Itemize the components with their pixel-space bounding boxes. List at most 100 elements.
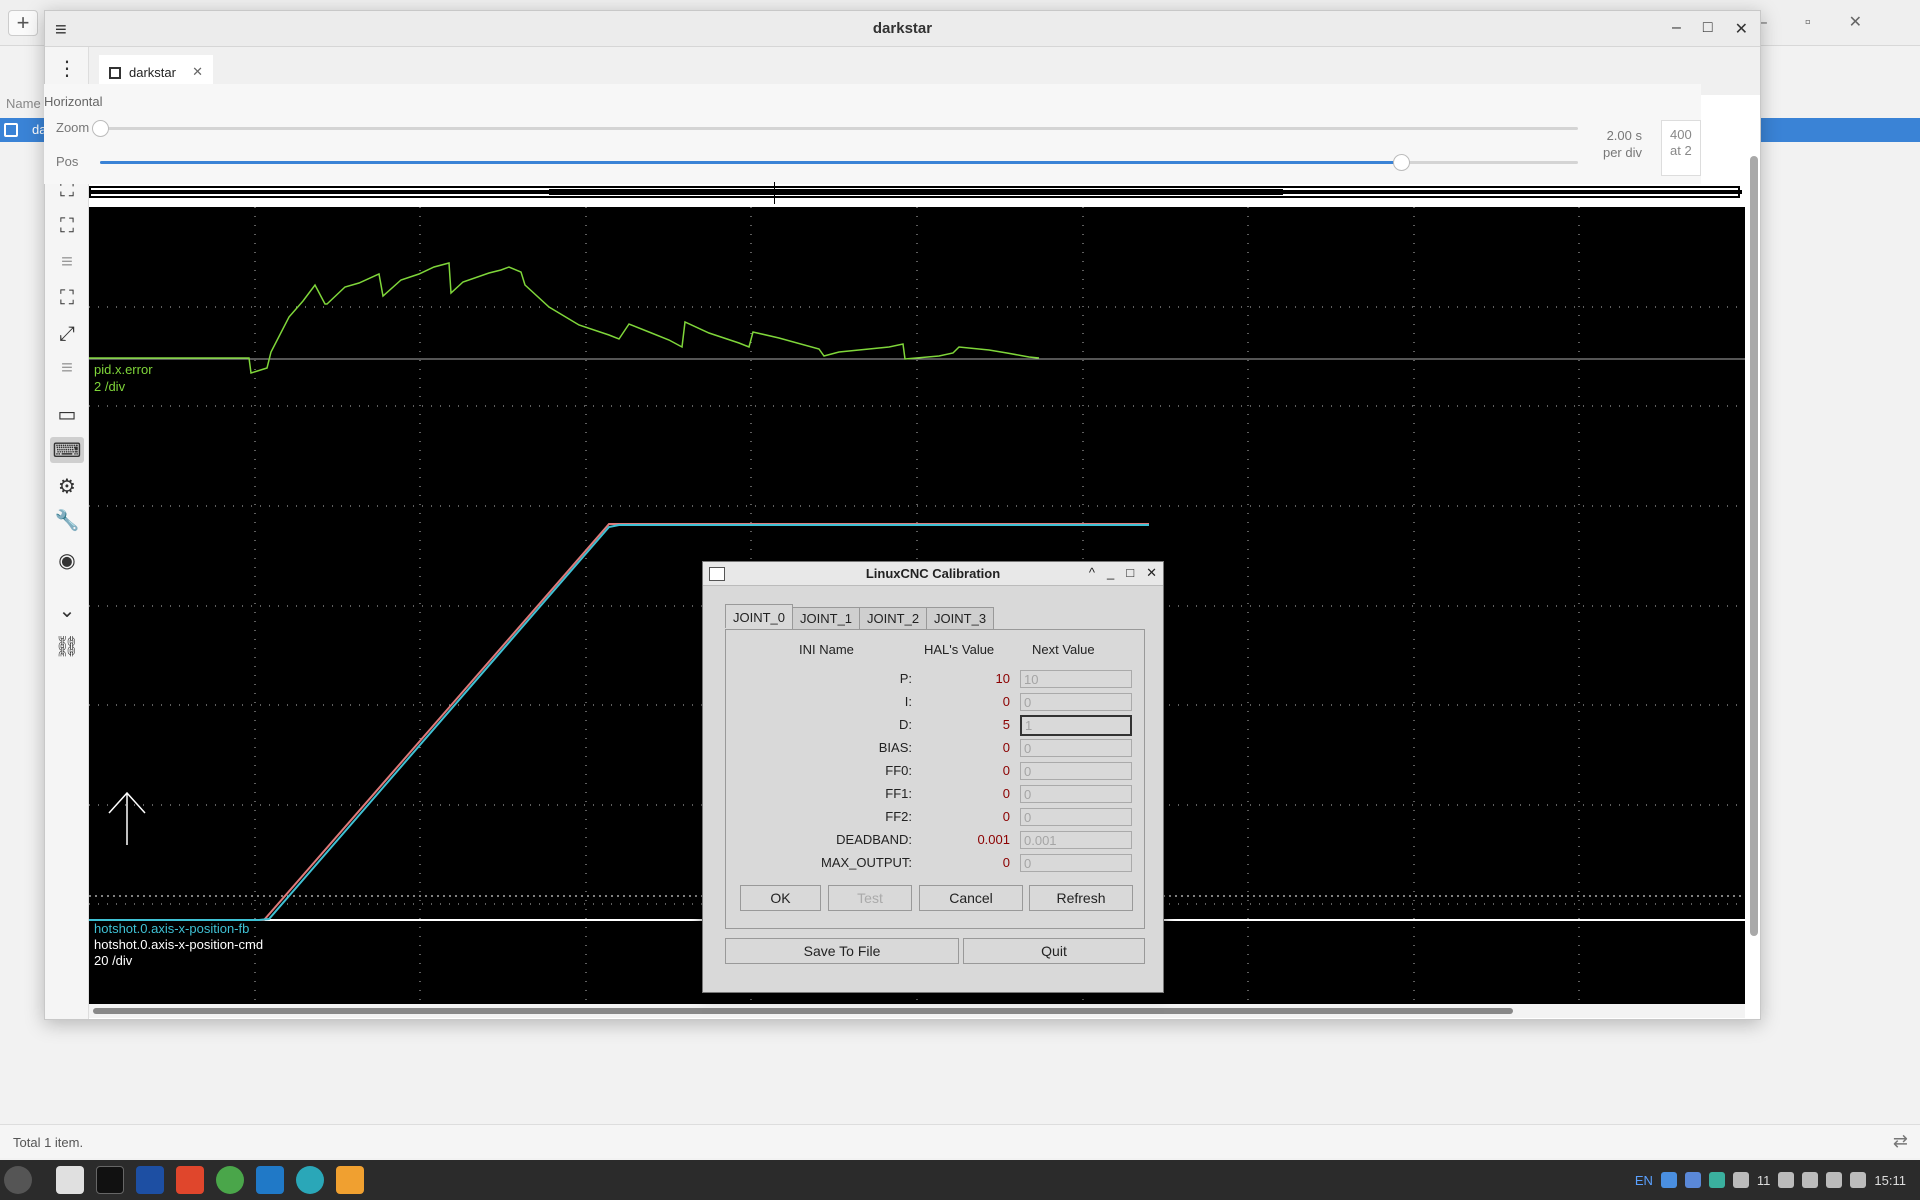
inkscape-icon[interactable] — [216, 1166, 244, 1194]
param-next-ff2[interactable] — [1020, 808, 1132, 826]
param-next-i[interactable] — [1020, 693, 1132, 711]
clock[interactable]: 15:11 — [1874, 1173, 1906, 1188]
wrench-icon[interactable]: 🔧 — [54, 507, 80, 533]
more-vertical-icon[interactable]: ⋮ — [54, 55, 80, 81]
vscode-icon[interactable] — [256, 1166, 284, 1194]
scale-icon[interactable]: ⛶ — [54, 285, 80, 311]
resize-icon[interactable]: ⤢ — [54, 321, 80, 347]
notifications-icon[interactable] — [1732, 1172, 1749, 1188]
close-icon[interactable]: ✕ — [1735, 19, 1748, 39]
tab-label: darkstar — [129, 65, 176, 80]
param-next-p[interactable] — [1020, 670, 1132, 688]
minimize-icon[interactable]: _ — [1107, 565, 1114, 581]
keyboard-layout[interactable]: EN — [1635, 1173, 1653, 1188]
left-toolbar: ⋮ ⌂ ⊞ ⛶ ⛶ ≡ ⛶ ⤢ ≡ ▭ ⌨ ⚙ 🔧 ◉ ⌄ ⛓ — [45, 47, 89, 1019]
horizontal-scrollbar-thumb[interactable] — [93, 1008, 1513, 1014]
kicad-icon[interactable] — [136, 1166, 164, 1194]
trace3-name[interactable]: hotshot.0.axis-x-position-cmd — [94, 937, 263, 952]
close-icon[interactable]: ✕ — [192, 64, 203, 80]
tab-joint-3[interactable]: JOINT_3 — [926, 607, 995, 629]
tab-joint-2[interactable]: JOINT_2 — [859, 607, 928, 629]
sync-icon[interactable] — [1708, 1172, 1725, 1188]
param-name-bias: BIAS: — [878, 740, 912, 755]
printer-icon[interactable] — [1778, 1172, 1795, 1188]
lines-icon: ≡ — [61, 250, 73, 273]
minimize-icon[interactable]: – — [1672, 19, 1681, 39]
pos-label: Pos — [56, 154, 79, 169]
folder-icon — [4, 123, 18, 137]
tab-joint-1[interactable]: JOINT_1 — [792, 607, 861, 629]
quit-button[interactable]: Quit — [963, 938, 1145, 964]
text-editor-icon[interactable] — [336, 1166, 364, 1194]
horizontal-scrollbar[interactable] — [89, 1004, 1745, 1018]
window-titlebar: ≡ darkstar – □ ✕ — [45, 11, 1760, 47]
window-controls: – □ ✕ — [1672, 19, 1748, 39]
pos-slider-fill — [100, 161, 1401, 164]
param-next-deadband[interactable] — [1020, 831, 1132, 849]
trace1-name[interactable]: pid.x.error — [94, 362, 153, 377]
next-value-header: Next Value — [1032, 642, 1095, 657]
joint-parameters-panel: INI Name HAL's Value Next Value P: 10 I:… — [725, 629, 1145, 929]
param-name-ff0: FF0: — [885, 763, 912, 778]
notification-count: 11 — [1756, 1172, 1771, 1188]
param-name-i: I: — [904, 694, 912, 709]
param-next-max-output[interactable] — [1020, 854, 1132, 872]
param-hal-p: 10 — [995, 671, 1010, 686]
camera-icon[interactable]: ◉ — [54, 547, 80, 573]
param-hal-i: 0 — [1002, 694, 1010, 709]
param-hal-ff2: 0 — [1002, 809, 1010, 824]
param-name-ff1: FF1: — [885, 786, 912, 801]
terminal-icon[interactable] — [96, 1166, 124, 1194]
star-icon[interactable] — [1802, 1172, 1819, 1188]
cancel-button[interactable]: Cancel — [919, 885, 1023, 911]
system-tray: EN 11 15:11 — [1635, 1160, 1920, 1200]
fullscreen-icon[interactable]: ⛶ — [54, 213, 80, 239]
maximize-icon[interactable]: □ — [1703, 19, 1713, 39]
bluetooth-icon[interactable] — [1660, 1172, 1677, 1188]
sample-info-value: 400 — [1670, 127, 1692, 142]
settings-icon[interactable]: ⚙ — [54, 473, 80, 499]
refresh-button[interactable]: Refresh — [1029, 885, 1133, 911]
zoom-slider[interactable] — [92, 120, 1578, 137]
keyboard-icon[interactable]: ⌨ — [50, 437, 84, 463]
close-icon[interactable]: ✕ — [1146, 565, 1157, 581]
param-next-d[interactable] — [1020, 715, 1132, 736]
volume-icon[interactable] — [1850, 1172, 1867, 1188]
horizontal-title: Horizontal — [44, 94, 103, 109]
trace3-scale: 20 /div — [94, 953, 133, 968]
add-icon[interactable]: + — [8, 10, 38, 36]
save-to-file-button[interactable]: Save To File — [725, 938, 959, 964]
param-name-p: P: — [899, 671, 912, 686]
pos-slider-thumb[interactable] — [1392, 154, 1410, 171]
brave-browser-icon[interactable] — [176, 1166, 204, 1194]
param-next-ff0[interactable] — [1020, 762, 1132, 780]
window-icon[interactable]: ▭ — [54, 401, 80, 427]
dropbox-icon[interactable] — [1684, 1172, 1701, 1188]
app-menu-icon[interactable] — [4, 1166, 32, 1194]
param-hal-d: 5 — [1002, 717, 1010, 732]
param-next-bias[interactable] — [1020, 739, 1132, 757]
chevron-down-icon[interactable]: ⌄ — [54, 597, 80, 623]
param-name-max-output: MAX_OUTPUT: — [820, 855, 912, 870]
window-icon — [109, 67, 121, 79]
maximize-icon[interactable]: □ — [1126, 565, 1134, 581]
file-manager-window-controls[interactable]: –▫✕ — [1758, 12, 1900, 32]
record-overview[interactable] — [89, 182, 1742, 204]
swap-icon[interactable]: ⇄ — [1893, 1131, 1908, 1152]
link-icon[interactable]: ⛓ — [54, 633, 80, 659]
calibration-dialog: LinuxCNC Calibration ^ _ □ ✕ JOINT_0 JOI… — [702, 561, 1164, 993]
network-icon[interactable] — [1826, 1172, 1843, 1188]
param-next-ff1[interactable] — [1020, 785, 1132, 803]
horizontal-panel: Horizontal Zoom Pos 2.00 s per div 400 a… — [44, 84, 1701, 184]
file-manager-icon[interactable] — [56, 1166, 84, 1194]
zoom-slider-thumb[interactable] — [92, 120, 109, 137]
tab-joint-0[interactable]: JOINT_0 — [725, 604, 794, 628]
vertical-scrollbar[interactable] — [1750, 156, 1758, 936]
column-name-header[interactable]: Name — [6, 96, 41, 111]
shade-icon[interactable]: ^ — [1089, 565, 1095, 581]
trace2-name[interactable]: hotshot.0.axis-x-position-fb — [94, 921, 249, 936]
ok-button[interactable]: OK — [740, 885, 821, 911]
pos-slider[interactable] — [100, 154, 1578, 171]
remote-desktop-icon[interactable] — [296, 1166, 324, 1194]
trace1-scale: 2 /div — [94, 379, 126, 394]
